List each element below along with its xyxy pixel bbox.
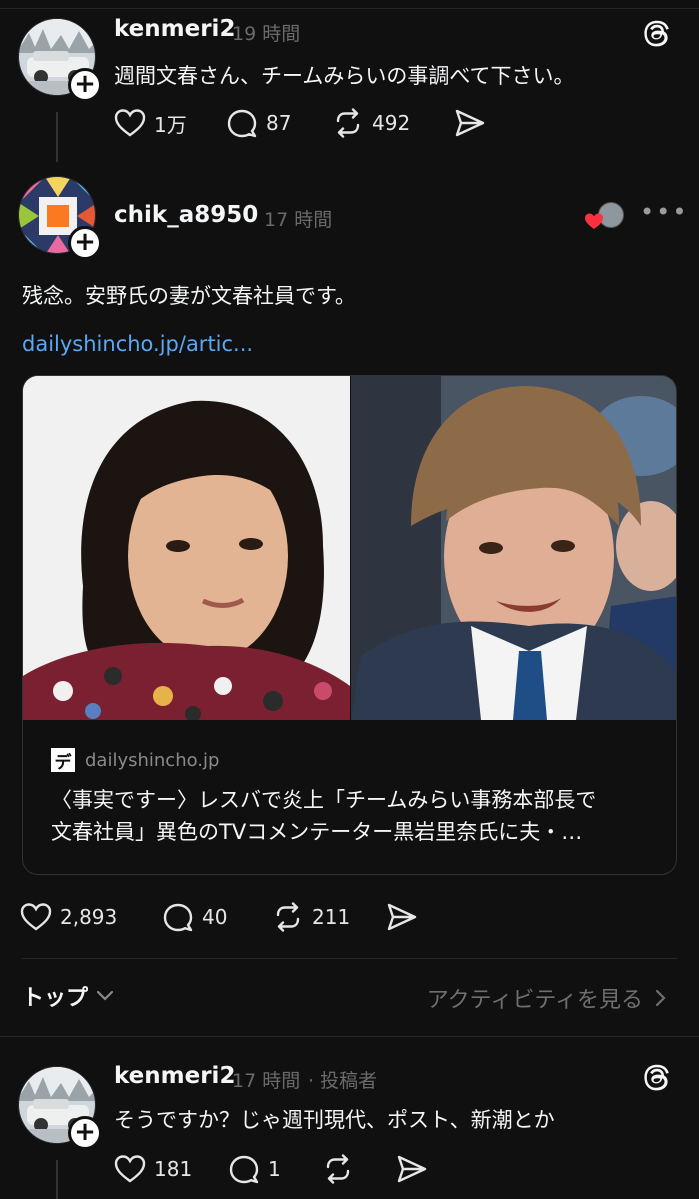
send-icon <box>387 903 417 931</box>
post3-like-count: 181 <box>154 1157 193 1181</box>
post1-like-button[interactable]: 1万 <box>114 108 187 138</box>
card-title-line2: 文春社員」異色のTVコメンテーター黒岩里奈氏に夫・… <box>51 820 583 844</box>
post1-repost-count: 492 <box>372 111 411 135</box>
comment-icon <box>163 903 193 932</box>
post2-like-count: 2,893 <box>60 905 118 929</box>
comment-icon <box>229 1155 259 1184</box>
post2-repost-button[interactable]: 211 <box>272 902 350 932</box>
sort-label: トップ <box>22 986 89 1011</box>
post2-username[interactable]: chik_a8950 <box>114 202 258 228</box>
more-options-button[interactable]: ••• <box>640 198 688 226</box>
threads-logo-icon <box>644 20 669 47</box>
post2-like-button[interactable]: 2,893 <box>20 902 117 932</box>
heart-icon <box>114 109 146 137</box>
card-title: 〈事実ですー〉レスバで炎上「チームみらい事務本部長で 文春社員」異色のTVコメン… <box>51 784 651 848</box>
card-source: デ dailyshincho.jp <box>51 748 220 773</box>
section-divider <box>22 958 677 959</box>
section-divider <box>0 1036 699 1037</box>
post1-avatar[interactable]: + <box>18 18 102 102</box>
post2-repost-count: 211 <box>312 905 351 929</box>
post3-avatar[interactable]: + <box>18 1066 102 1150</box>
post2-avatar[interactable]: + <box>18 176 102 260</box>
follow-plus-icon[interactable]: + <box>68 226 102 260</box>
post1-share-button[interactable] <box>454 108 486 138</box>
post3-author-tag: · 投稿者 <box>308 1070 378 1092</box>
link-preview-image <box>23 376 676 720</box>
thread-connector <box>56 112 58 162</box>
post3-share-button[interactable] <box>396 1154 428 1184</box>
card-title-line1: 〈事実ですー〉レスバで炎上「チームみらい事務本部長で <box>51 788 597 812</box>
post2-link[interactable]: dailyshincho.jp/artic... <box>22 332 253 356</box>
liked-by-author-indicator <box>584 200 628 230</box>
post1-text: 週間文春さん、チームみらいの事調べて下さい。 <box>114 64 575 88</box>
post3-text: そうですか？じゃ週刊現代、ポスト、新潮とか <box>114 1108 555 1132</box>
send-icon <box>455 109 485 137</box>
follow-plus-icon[interactable]: + <box>68 1116 102 1150</box>
send-icon <box>397 1155 427 1183</box>
post3-repost-button[interactable] <box>322 1154 354 1184</box>
repost-icon <box>276 902 300 932</box>
post3-reply-count: 1 <box>268 1157 281 1181</box>
link-preview-card[interactable]: デ dailyshincho.jp 〈事実ですー〉レスバで炎上「チームみらい事務… <box>22 375 677 875</box>
heart-icon <box>20 903 52 931</box>
repost-icon <box>326 1154 350 1184</box>
red-heart-icon <box>585 213 603 229</box>
chevron-right-icon <box>655 989 666 1007</box>
activity-label: アクティビティを見る <box>426 988 643 1013</box>
post2-text: 残念。安野氏の妻が文春社員です。 <box>22 284 356 308</box>
comment-icon <box>227 109 257 138</box>
site-favicon-icon: デ <box>51 748 75 773</box>
post1-repost-button[interactable]: 492 <box>332 108 410 138</box>
post1-reply-count: 87 <box>266 111 292 135</box>
post3-time: 17 時間 <box>232 1070 301 1092</box>
photo-woman <box>23 376 350 720</box>
post2-reply-count: 40 <box>202 905 228 929</box>
repost-icon <box>336 108 360 138</box>
top-divider <box>0 8 699 9</box>
post2-reply-button[interactable]: 40 <box>162 902 227 932</box>
post3-username[interactable]: kenmeri2 <box>114 1063 235 1089</box>
chevron-down-icon <box>96 990 114 1001</box>
threads-logo-icon <box>644 1064 669 1091</box>
thread-connector <box>56 1160 58 1199</box>
post1-time: 19 時間 <box>232 23 301 45</box>
post1-reply-button[interactable]: 87 <box>226 108 291 138</box>
post3-like-button[interactable]: 181 <box>114 1154 192 1184</box>
sort-dropdown[interactable]: トップ <box>22 980 114 1012</box>
follow-plus-icon[interactable]: + <box>68 68 102 102</box>
post3-reply-button[interactable]: 1 <box>228 1154 281 1184</box>
post1-username[interactable]: kenmeri2 <box>114 16 235 42</box>
post2-share-button[interactable] <box>386 902 418 932</box>
post1-like-count: 1万 <box>154 112 187 137</box>
photo-man <box>351 376 676 720</box>
view-activity-link[interactable]: アクティビティを見る <box>427 982 667 1014</box>
card-source-domain: dailyshincho.jp <box>85 749 220 771</box>
post2-time: 17 時間 <box>264 209 333 231</box>
heart-icon <box>114 1155 146 1183</box>
